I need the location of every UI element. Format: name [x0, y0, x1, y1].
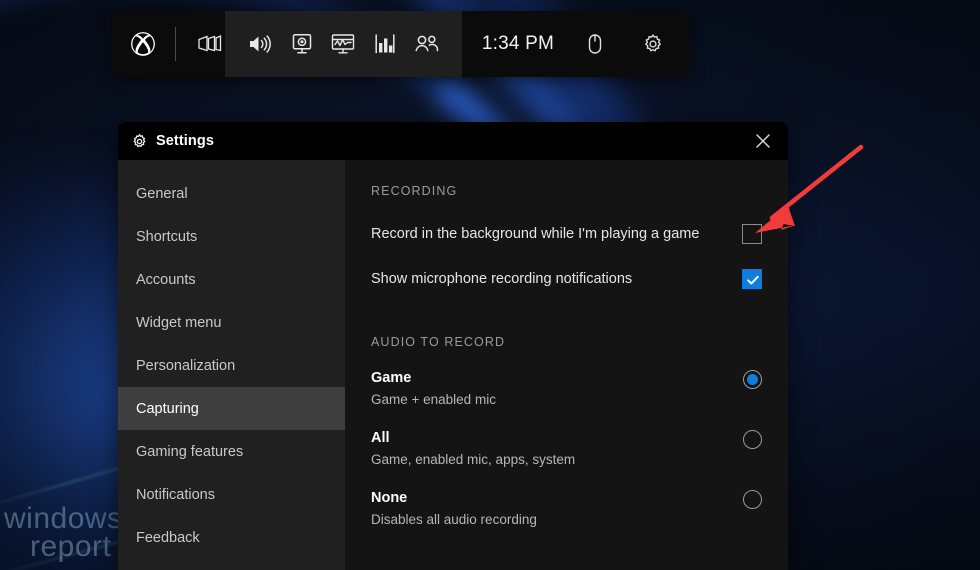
audio-option-all-row[interactable]: All Game, enabled mic, apps, system: [371, 428, 762, 470]
mouse-icon[interactable]: [578, 27, 612, 61]
sidebar-item-label: Accounts: [136, 272, 196, 288]
sidebar-item-accounts[interactable]: Accounts: [118, 258, 345, 301]
sidebar-item-feedback[interactable]: Feedback: [118, 516, 345, 559]
show-mic-notifications-row[interactable]: Show microphone recording notifications: [371, 260, 762, 298]
sidebar-item-label: Feedback: [136, 530, 200, 546]
recording-section-heading: RECORDING: [371, 184, 762, 198]
gear-icon: [130, 132, 148, 150]
record-in-background-row[interactable]: Record in the background while I'm playi…: [371, 215, 762, 253]
screen: windows report: [0, 0, 980, 570]
audio-option-game-text: Game Game + enabled mic: [371, 368, 496, 410]
sidebar-item-widget-menu[interactable]: Widget menu: [118, 301, 345, 344]
settings-dialog: Settings General Shortcuts Accounts: [118, 122, 788, 570]
audio-option-all-radio[interactable]: [743, 430, 762, 449]
audio-option-game-radio[interactable]: [743, 370, 762, 389]
sidebar-item-label: Widget menu: [136, 315, 221, 331]
radio-dot: [747, 434, 758, 445]
audio-option-game-row[interactable]: Game Game + enabled mic: [371, 368, 762, 410]
sidebar-item-label: Gaming features: [136, 444, 243, 460]
settings-sidebar: General Shortcuts Accounts Widget menu P…: [118, 160, 345, 570]
settings-title-label: Settings: [156, 133, 214, 149]
audio-option-game-title: Game: [371, 368, 496, 388]
show-mic-notifications-label: Show microphone recording notifications: [371, 271, 632, 287]
xbox-logo-icon[interactable]: [130, 31, 156, 57]
audio-option-none-text: None Disables all audio recording: [371, 488, 537, 530]
close-icon[interactable]: [746, 126, 780, 156]
game-bar-toolbar: 1:34 PM: [112, 11, 690, 77]
audio-option-all-text: All Game, enabled mic, apps, system: [371, 428, 575, 470]
settings-main-panel: RECORDING Record in the background while…: [345, 160, 788, 570]
gear-icon[interactable]: [636, 27, 670, 61]
audio-option-none-row[interactable]: None Disables all audio recording: [371, 488, 762, 530]
settings-titlebar: Settings: [118, 122, 788, 160]
social-people-icon[interactable]: [410, 27, 444, 61]
widget-gallery-icon[interactable]: [195, 29, 225, 59]
audio-icon[interactable]: [243, 27, 277, 61]
sidebar-item-notifications[interactable]: Notifications: [118, 473, 345, 516]
game-bar-widget-icons: [225, 11, 462, 77]
sidebar-item-capturing[interactable]: Capturing: [118, 387, 345, 430]
sidebar-item-personalization[interactable]: Personalization: [118, 344, 345, 387]
sidebar-item-shortcuts[interactable]: Shortcuts: [118, 215, 345, 258]
audio-option-none-subtitle: Disables all audio recording: [371, 510, 537, 530]
show-mic-notifications-checkbox[interactable]: [742, 269, 762, 289]
record-in-background-label: Record in the background while I'm playi…: [371, 226, 699, 242]
record-in-background-checkbox[interactable]: [742, 224, 762, 244]
audio-to-record-section-heading: AUDIO TO RECORD: [371, 335, 762, 349]
watermark: windows report: [4, 505, 123, 561]
audio-option-all-title: All: [371, 428, 575, 448]
settings-body: General Shortcuts Accounts Widget menu P…: [118, 160, 788, 570]
performance-monitor-icon[interactable]: [326, 27, 360, 61]
radio-dot: [747, 374, 758, 385]
capture-icon[interactable]: [285, 27, 319, 61]
audio-option-none-title: None: [371, 488, 537, 508]
audio-option-game-subtitle: Game + enabled mic: [371, 390, 496, 410]
clock-time: 1:34 PM: [482, 33, 554, 55]
watermark-line-2: report: [4, 533, 123, 561]
sidebar-item-label: Notifications: [136, 487, 215, 503]
sidebar-item-general[interactable]: General: [118, 172, 345, 215]
toolbar-divider: [175, 27, 176, 61]
game-bar-right-group: 1:34 PM: [462, 11, 690, 77]
sidebar-item-label: General: [136, 186, 188, 202]
audio-option-all-subtitle: Game, enabled mic, apps, system: [371, 450, 575, 470]
resources-chart-icon[interactable]: [368, 27, 402, 61]
sidebar-item-label: Capturing: [136, 401, 199, 417]
sidebar-item-gaming-features[interactable]: Gaming features: [118, 430, 345, 473]
sidebar-item-label: Shortcuts: [136, 229, 197, 245]
game-bar-left-group: [112, 11, 225, 77]
radio-dot: [747, 494, 758, 505]
audio-option-none-radio[interactable]: [743, 490, 762, 509]
sidebar-item-label: Personalization: [136, 358, 235, 374]
